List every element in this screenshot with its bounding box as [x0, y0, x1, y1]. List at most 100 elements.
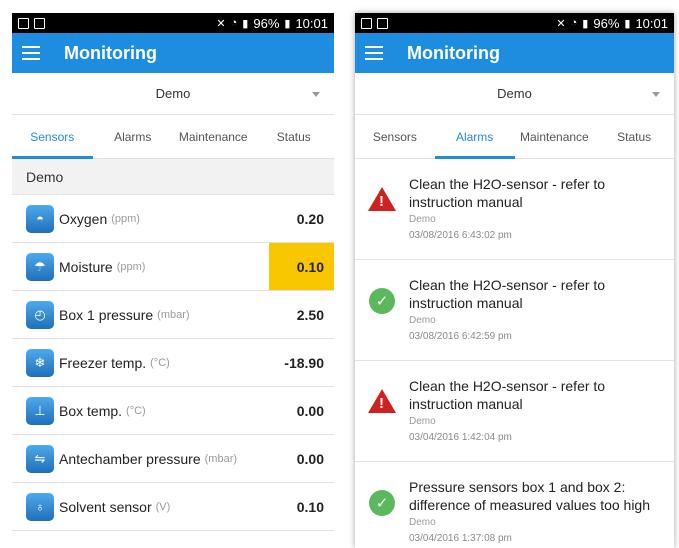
sensor-unit: (ppm) — [111, 212, 140, 225]
group-header: Demo — [12, 159, 334, 195]
sensor-value: 2.50 — [296, 306, 324, 323]
alarm-item[interactable]: ✓ Pressure sensors box 1 and box 2: diffe… — [355, 462, 674, 548]
warning-icon — [368, 389, 396, 413]
freezer-icon: ❄ — [26, 348, 54, 377]
sensor-name: Freezer temp. — [59, 354, 147, 371]
tab-bar: Sensors Alarms Maintenance Status — [12, 115, 334, 159]
tab-alarms[interactable]: Alarms — [93, 115, 174, 158]
alarm-date: 03/04/2016 1:37:08 pm — [409, 533, 512, 544]
status-bar: ✕ ◔ ▮ 96% ▮ 10:01 — [355, 13, 674, 33]
tab-sensors[interactable]: Sensors — [12, 115, 93, 159]
mail-notification-icon — [34, 17, 45, 29]
battery-icon: ▮ — [624, 17, 631, 30]
pressure-gauge-icon: ◴ — [26, 300, 54, 329]
alarm-text: Clean the H2O-sensor - refer to instruct… — [409, 377, 674, 443]
sensor-name: Moisture — [59, 258, 113, 275]
alarm-title: Clean the H2O-sensor - refer to instruct… — [409, 277, 606, 311]
wifi-icon: ◔ — [570, 17, 578, 29]
alarm-title: Clean the H2O-sensor - refer to instruct… — [409, 378, 606, 412]
clock: 10:01 — [635, 15, 668, 31]
sensor-value: -18.90 — [284, 354, 324, 371]
menu-icon[interactable] — [365, 46, 383, 60]
menu-icon[interactable] — [22, 46, 40, 60]
sensor-row[interactable]: ⊥ Box temp. (°C) 0.00 — [12, 387, 334, 435]
sensor-unit: (mbar) — [157, 308, 190, 321]
sensor-row[interactable]: ❄ Freezer temp. (°C) -18.90 — [12, 339, 334, 387]
sensor-value: 0.20 — [296, 210, 324, 227]
selected-site: Demo — [155, 86, 191, 101]
solvent-bottle-icon: ♁ — [26, 492, 54, 521]
alarm-source: Demo — [409, 517, 436, 528]
mute-icon: ✕ — [216, 17, 226, 30]
tab-bar: Sensors Alarms Maintenance Status — [355, 115, 674, 159]
status-bar: ✕ ◔ ▮ 96% ▮ 10:01 — [12, 13, 334, 33]
alarm-source: Demo — [409, 214, 436, 225]
thermometer-icon: ⊥ — [26, 396, 54, 425]
selected-site: Demo — [497, 86, 532, 101]
battery-percent: 96% — [593, 15, 620, 31]
alarm-title: Clean the H2O-sensor - refer to instruct… — [409, 176, 606, 210]
app-title: Monitoring — [407, 42, 500, 63]
sensor-row[interactable]: ◴ Box 1 pressure (mbar) 2.50 — [12, 291, 334, 339]
alarm-item[interactable]: Clean the H2O-sensor - refer to instruct… — [355, 361, 674, 462]
gallery-notification-icon — [18, 17, 29, 29]
alarms-screen: ✕ ◔ ▮ 96% ▮ 10:01 Monitoring Demo Sensor… — [355, 13, 674, 548]
site-selector[interactable]: Demo — [12, 73, 334, 115]
alarm-text: Pressure sensors box 1 and box 2: differ… — [409, 478, 674, 544]
alarm-item[interactable]: Clean the H2O-sensor - refer to instruct… — [355, 159, 674, 260]
sensor-row[interactable]: ⇋ Antechamber pressure (mbar) 0.00 — [12, 435, 334, 483]
alarm-title: Pressure sensors box 1 and box 2: differ… — [409, 479, 651, 513]
checkmark-icon: ✓ — [369, 490, 395, 516]
alarm-state-icon: ✓ — [367, 478, 397, 516]
sensor-value: 0.00 — [296, 402, 324, 419]
tab-maintenance[interactable]: Maintenance — [515, 115, 595, 158]
sensor-row[interactable]: ☂ Moisture (ppm) 0.10 — [12, 243, 334, 291]
sensor-unit: (°C) — [150, 356, 170, 369]
oxygen-icon: ◓ — [26, 204, 54, 233]
sensor-unit: (°C) — [126, 404, 146, 417]
wifi-icon: ◔ — [230, 17, 238, 29]
app-title: Monitoring — [64, 42, 157, 63]
signal-icon: ▮ — [242, 17, 249, 30]
alarm-date: 03/08/2016 6:42:59 pm — [409, 331, 512, 342]
tab-sensors[interactable]: Sensors — [355, 115, 435, 158]
alarm-item[interactable]: ✓ Clean the H2O-sensor - refer to instruc… — [355, 260, 674, 361]
tab-status[interactable]: Status — [594, 115, 674, 158]
sensor-unit: (mbar) — [204, 452, 238, 465]
warning-icon — [368, 187, 396, 211]
sensor-row[interactable]: ♁ Solvent sensor (V) 0.10 — [12, 483, 334, 531]
app-bar: Monitoring — [12, 33, 334, 73]
sensor-value: 0.10 — [269, 243, 334, 290]
sensor-name: Box temp. — [59, 402, 123, 419]
sensor-name: Solvent sensor — [59, 498, 152, 515]
alarm-text: Clean the H2O-sensor - refer to instruct… — [409, 175, 674, 241]
signal-icon: ▮ — [582, 17, 589, 30]
sensor-value: 0.00 — [296, 450, 324, 467]
sensor-unit: (ppm) — [116, 260, 146, 273]
alarm-date: 03/04/2016 1:42:04 pm — [409, 432, 512, 443]
site-selector[interactable]: Demo — [355, 73, 674, 115]
sensor-unit: (V) — [155, 500, 171, 513]
battery-percent: 96% — [253, 15, 280, 31]
app-bar: Monitoring — [355, 33, 674, 73]
moisture-icon: ☂ — [26, 252, 54, 281]
tab-alarms[interactable]: Alarms — [434, 115, 515, 159]
alarm-date: 03/08/2016 6:43:02 pm — [409, 230, 512, 241]
sensor-name: Box 1 pressure — [59, 306, 154, 323]
alarm-text: Clean the H2O-sensor - refer to instruct… — [409, 276, 674, 342]
checkmark-icon: ✓ — [369, 288, 395, 314]
sensor-row[interactable]: ◓ Oxygen (ppm) 0.20 — [12, 195, 334, 243]
tab-maintenance[interactable]: Maintenance — [173, 115, 254, 158]
alarm-state-icon — [367, 377, 397, 413]
mute-icon: ✕ — [556, 17, 566, 30]
tab-status[interactable]: Status — [254, 115, 335, 158]
alarm-source: Demo — [409, 315, 436, 326]
alarm-list: Clean the H2O-sensor - refer to instruct… — [355, 159, 674, 548]
chevron-down-icon — [312, 92, 320, 97]
alarm-state-icon — [367, 175, 397, 211]
sensor-list: ◓ Oxygen (ppm) 0.20 ☂ Moisture (ppm) 0.10 ◴ Box 1… — [12, 195, 334, 531]
sensor-name: Oxygen — [59, 210, 108, 227]
battery-icon: ▮ — [284, 17, 291, 30]
alarm-state-icon: ✓ — [367, 276, 397, 314]
gallery-notification-icon — [361, 17, 372, 29]
